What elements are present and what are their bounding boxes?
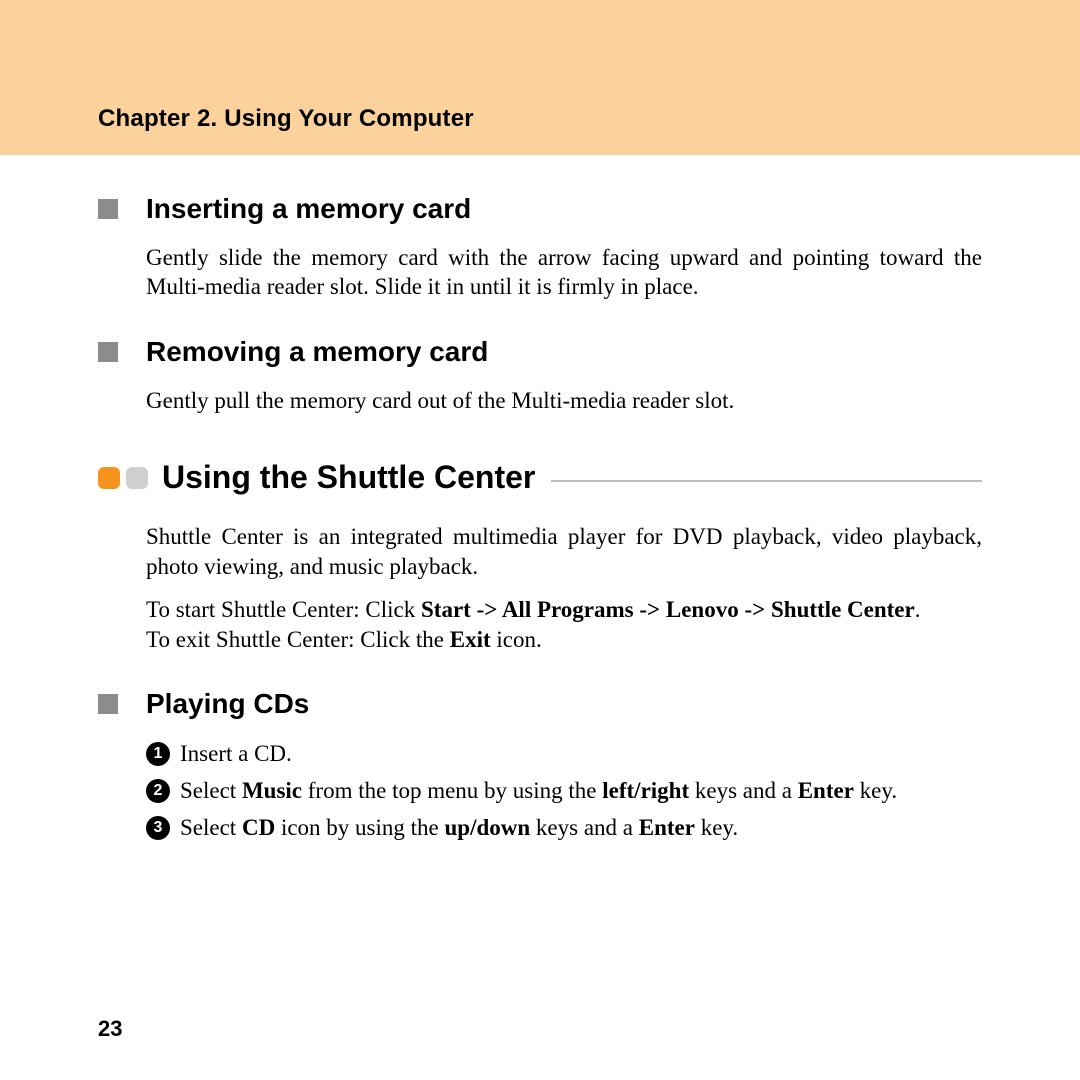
shuttle-exit-line: To exit Shuttle Center: Click the Exit i… [146,625,982,654]
text: Select [180,815,242,840]
bold-text: Exit [450,627,491,652]
remove-body: Gently pull the memory card out of the M… [146,386,982,415]
text: Select [180,778,242,803]
rounded-square-gray-icon [126,467,148,489]
text: icon by using the [275,815,444,840]
text: key. [695,815,738,840]
bold-text: left/right [602,778,689,803]
square-bullet-icon [98,199,118,219]
step-3: 3 Select CD icon by using the up/down ke… [146,812,982,843]
subheading-label: Playing CDs [146,688,309,720]
page-number: 23 [98,1016,122,1042]
square-bullet-icon [98,342,118,362]
shuttle-intro: Shuttle Center is an integrated multimed… [146,522,982,581]
manual-page: Chapter 2. Using Your Computer Inserting… [0,0,1080,1080]
bold-text: Enter [639,815,695,840]
text: . [915,597,921,622]
horizontal-rule [551,480,982,482]
insert-body: Gently slide the memory card with the ar… [146,243,982,302]
subheading-label: Inserting a memory card [146,193,471,225]
step-number-icon: 2 [146,779,170,803]
major-heading-label: Using the Shuttle Center [162,459,535,496]
subheading-inserting: Inserting a memory card [98,193,982,225]
bold-text: up/down [444,815,530,840]
rounded-square-orange-icon [98,467,120,489]
text: keys and a [530,815,639,840]
subheading-removing: Removing a memory card [98,336,982,368]
step-2: 2 Select Music from the top menu by usin… [146,775,982,806]
step-text: Select CD icon by using the up/down keys… [180,812,982,843]
page-content: Inserting a memory card Gently slide the… [0,155,1080,843]
bold-text: CD [242,815,275,840]
text: To exit Shuttle Center: Click the [146,627,450,652]
major-heading-shuttle: Using the Shuttle Center [98,459,982,496]
step-text: Insert a CD. [180,738,982,769]
shuttle-start-line: To start Shuttle Center: Click Start -> … [146,595,982,624]
chapter-title: Chapter 2. Using Your Computer [98,105,474,133]
subheading-label: Removing a memory card [146,336,488,368]
playing-steps: 1 Insert a CD. 2 Select Music from the t… [146,738,982,843]
text: key. [854,778,897,803]
step-number-icon: 1 [146,742,170,766]
text: To start Shuttle Center: Click [146,597,421,622]
text: keys and a [689,778,798,803]
header-band: Chapter 2. Using Your Computer [0,0,1080,155]
bold-text: Music [242,778,302,803]
text: from the top menu by using the [302,778,602,803]
square-bullet-icon [98,694,118,714]
bold-text: Start -> All Programs -> Lenovo -> Shutt… [421,597,915,622]
bold-text: Enter [798,778,854,803]
step-number-icon: 3 [146,816,170,840]
text: icon. [491,627,542,652]
step-1: 1 Insert a CD. [146,738,982,769]
subheading-playing-cds: Playing CDs [98,688,982,720]
step-text: Select Music from the top menu by using … [180,775,982,806]
